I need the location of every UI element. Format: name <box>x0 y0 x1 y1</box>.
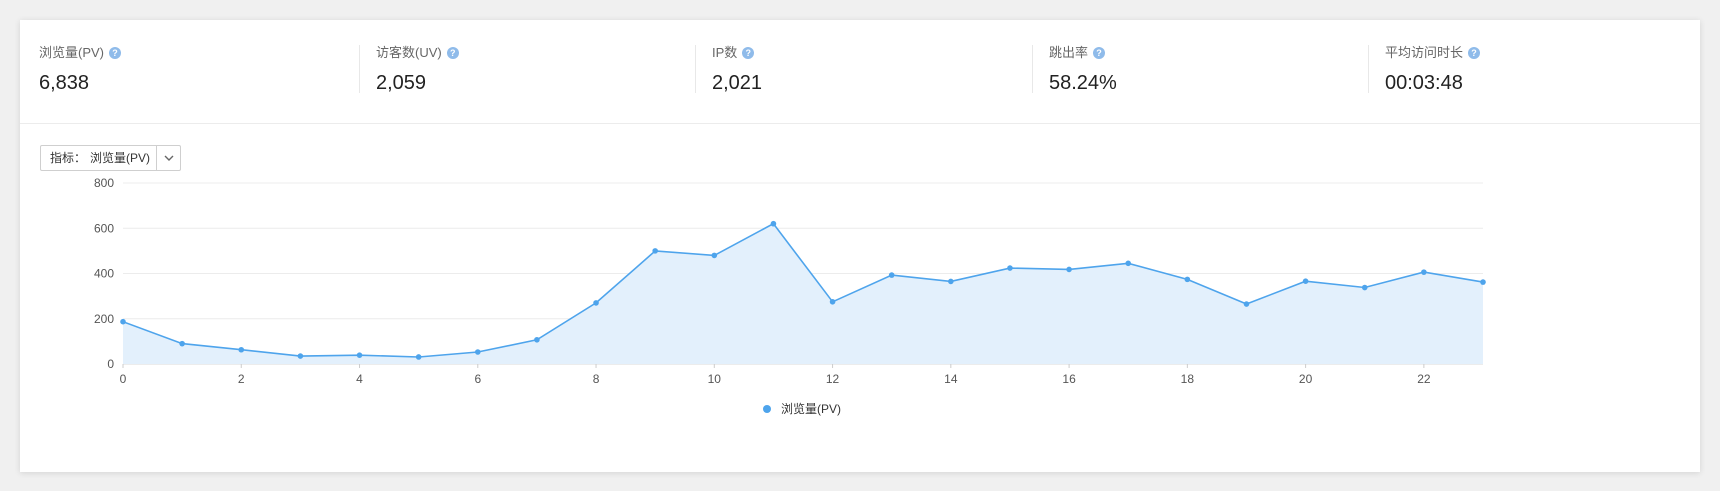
y-tick-label: 0 <box>107 357 114 371</box>
x-tick-label: 18 <box>1181 372 1195 386</box>
y-tick-label: 400 <box>94 267 114 281</box>
x-tick-label: 16 <box>1062 372 1076 386</box>
data-point[interactable] <box>1066 266 1072 273</box>
legend-marker <box>763 405 771 413</box>
data-point[interactable] <box>593 300 599 306</box>
series-area <box>123 223 1483 364</box>
x-tick-label: 4 <box>356 372 363 386</box>
data-point[interactable] <box>179 340 185 347</box>
data-point[interactable] <box>1480 279 1486 285</box>
x-tick-label: 20 <box>1299 372 1313 386</box>
y-tick-label: 800 <box>94 176 114 190</box>
data-point[interactable] <box>948 278 954 285</box>
chart-legend[interactable]: 浏览量(PV) <box>763 401 841 416</box>
y-tick-label: 200 <box>94 312 114 326</box>
data-point[interactable] <box>1361 284 1368 291</box>
x-tick-label: 6 <box>474 372 481 386</box>
data-point[interactable] <box>238 346 245 353</box>
data-point[interactable] <box>1125 260 1132 267</box>
area-fill <box>123 223 1483 364</box>
data-point[interactable] <box>1302 278 1309 284</box>
data-point[interactable] <box>1184 276 1191 283</box>
data-point[interactable] <box>1421 269 1427 275</box>
stats-panel: 浏览量(PV) ? 6,838 访客数(UV) ? 2,059 IP数 ? 2,… <box>20 20 1700 472</box>
data-point[interactable] <box>711 252 718 259</box>
data-point[interactable] <box>120 318 126 325</box>
x-tick-label: 22 <box>1417 372 1431 386</box>
data-point[interactable] <box>297 353 304 359</box>
data-point[interactable] <box>1243 301 1250 307</box>
data-point[interactable] <box>1007 265 1013 271</box>
x-tick-label: 14 <box>944 372 958 386</box>
data-point[interactable] <box>474 349 481 355</box>
x-tick-label: 0 <box>120 372 127 386</box>
pv-line-chart: 0 200 400 600 800 0 2 4 6 8 10 12 14 16 18 20 22 浏览量(PV… <box>94 176 1486 416</box>
legend-label: 浏览量(PV) <box>781 401 841 416</box>
data-point[interactable] <box>829 298 836 305</box>
data-point[interactable] <box>534 336 540 343</box>
x-tick-label: 2 <box>238 372 245 386</box>
x-tick-label: 10 <box>708 372 722 386</box>
data-point[interactable] <box>652 248 658 254</box>
data-point[interactable] <box>888 272 895 278</box>
y-tick-label: 600 <box>94 221 114 235</box>
data-point[interactable] <box>770 220 777 227</box>
x-tick-label: 12 <box>826 372 840 386</box>
x-tick-label: 8 <box>593 372 600 386</box>
data-point[interactable] <box>415 354 422 360</box>
y-axis-ticks: 0 200 400 600 800 <box>94 176 114 371</box>
x-axis-ticks: 0 2 4 6 8 10 12 14 16 18 20 22 <box>120 364 1431 386</box>
data-point[interactable] <box>356 352 363 358</box>
